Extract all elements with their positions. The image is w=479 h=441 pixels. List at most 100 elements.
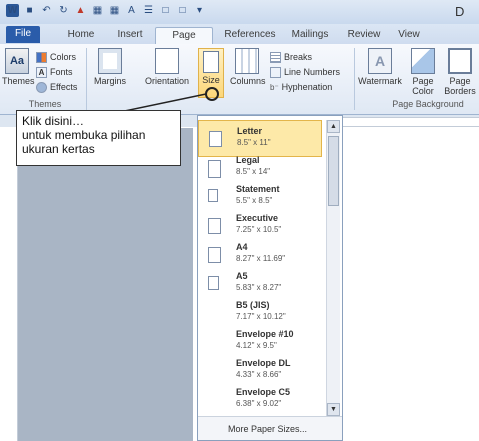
hyphenation-icon: b⁻ [270,82,279,92]
table-icon[interactable]: ▦ [108,4,121,17]
vertical-ruler[interactable] [3,130,18,441]
colors-icon [36,51,47,63]
paper-icon [209,131,222,147]
tab-references[interactable]: References [222,27,278,43]
margins-button[interactable]: Margins [90,48,130,86]
more-paper-sizes-button[interactable]: More Paper Sizes... [198,416,342,440]
horizontal-ruler[interactable] [330,117,479,127]
paper-size-name: B5 (JIS) [236,300,270,310]
callout-line-1: Klik disini… [22,114,85,128]
paper-size-dims: 8.5" x 11" [237,138,271,147]
paper-size-name: A5 [236,271,248,281]
paper-icon [208,247,221,263]
breaks-icon [270,51,281,63]
ribbon: Aa Themes Colors A Fonts Effects Themes … [0,44,479,115]
fonts-label: Fonts [50,67,73,77]
paper-size-name: Envelope #10 [236,329,294,339]
paper-size-dims: 4.33" x 8.66" [236,370,282,379]
quick-tools-icon[interactable]: ▦ [91,4,104,17]
themes-button[interactable]: Aa Themes [2,48,35,86]
paper-size-dims: 8.5" x 14" [236,167,271,176]
colors-button[interactable]: Colors [36,50,76,64]
callout-line-2: untuk membuka pilihan [22,128,146,142]
page-color-label-2: Color [412,86,434,96]
paper-size-menu: Letter 8.5" x 11" Legal 8.5" x 14" State… [197,115,343,441]
paper-size-name: Executive [236,213,279,223]
paper-icon [208,218,221,234]
orientation-icon [155,48,179,74]
page-color-icon [411,48,435,74]
line-numbers-icon [270,66,281,78]
font-color-icon[interactable]: A [125,4,138,17]
paper-size-dims: 8.27" x 11.69" [236,254,286,263]
paper-size-dims: 5.83" x 8.27" [236,283,282,292]
save-icon[interactable]: ■ [23,4,36,17]
page-borders-icon [448,48,472,74]
document-page[interactable] [330,128,479,441]
menu-scrollbar[interactable]: ▲ ▼ [326,120,340,416]
fonts-icon: A [36,66,47,78]
tab-file[interactable]: File [6,26,40,43]
document-background [18,128,193,441]
page-borders-button[interactable]: Page Borders [442,48,478,96]
page-borders-label-2: Borders [444,86,476,96]
columns-button[interactable]: Columns [230,48,266,86]
paper-size-name: Legal [236,155,260,165]
word-logo-icon[interactable]: W [6,4,19,17]
paper-size-dims: 5.5" x 8.5" [236,196,273,205]
line-numbers-label: Line Numbers [284,67,341,77]
orientation-label: Orientation [144,76,190,86]
page-color-label-1: Page [412,76,434,86]
scroll-up-icon[interactable]: ▲ [327,120,340,133]
breaks-label: Breaks [284,52,313,62]
margins-icon [98,48,122,74]
paper-size-name: A4 [236,242,248,252]
quick-access-toolbar: W ■ ↶ ↻ ▲ ▦ ▦ A ☰ □ □ ▾ [6,4,206,17]
paper-size-dims: 6.38" x 9.02" [236,399,282,408]
paper-size-dims: 4.12" x 9.5" [236,341,277,350]
callout-line-3: ukuran kertas [22,142,95,156]
redo-icon[interactable]: ↻ [57,4,70,17]
paper-size-name: Statement [236,184,280,194]
columns-label: Columns [230,76,266,86]
hyphenation-button[interactable]: b⁻ Hyphenation [270,80,332,94]
themes-label: Themes [2,76,35,86]
paper-size-item-envelope-c5[interactable]: Envelope C5 6.38" x 9.02" [198,382,322,419]
page-icon[interactable]: □ [176,4,189,17]
watermark-icon: A [368,48,392,74]
hyphenation-label: Hyphenation [281,82,333,92]
line-numbers-button[interactable]: Line Numbers [270,65,340,79]
window-title: D [455,4,465,19]
effects-button[interactable]: Effects [36,80,77,94]
paper-size-name: Letter [237,126,263,136]
customize-qat-icon[interactable]: ▾ [193,4,206,17]
watermark-button[interactable]: A Watermark [358,48,402,86]
undo-icon[interactable]: ↶ [40,4,53,17]
tab-insert[interactable]: Insert [112,27,148,43]
paper-size-dims: 7.17" x 10.12" [236,312,286,321]
page-color-button[interactable]: Page Color [406,48,440,96]
tab-mailings[interactable]: Mailings [288,27,332,43]
breaks-button[interactable]: Breaks [270,50,312,64]
margins-label: Margins [93,76,126,86]
tab-page-layout[interactable]: Page Layout [155,27,213,57]
format-painter-icon[interactable]: ▲ [74,4,87,17]
ribbon-tabs: File Home Insert Page Layout References … [0,24,479,57]
view-icon[interactable]: □ [159,4,172,17]
fonts-button[interactable]: A Fonts [36,65,73,79]
scroll-thumb[interactable] [328,136,339,206]
size-label: Size [202,75,220,85]
size-icon [203,51,219,73]
scroll-down-icon[interactable]: ▼ [327,403,340,416]
paper-icon [208,160,221,178]
numbering-icon[interactable]: ☰ [142,4,155,17]
orientation-button[interactable]: Orientation [142,48,192,86]
tab-review[interactable]: Review [344,27,384,43]
watermark-label: Watermark [358,76,402,86]
colors-label: Colors [50,52,77,62]
tab-view[interactable]: View [394,27,424,43]
effects-icon [36,81,47,93]
themes-icon: Aa [5,48,29,74]
paper-icon [208,189,218,202]
tab-home[interactable]: Home [62,27,100,43]
